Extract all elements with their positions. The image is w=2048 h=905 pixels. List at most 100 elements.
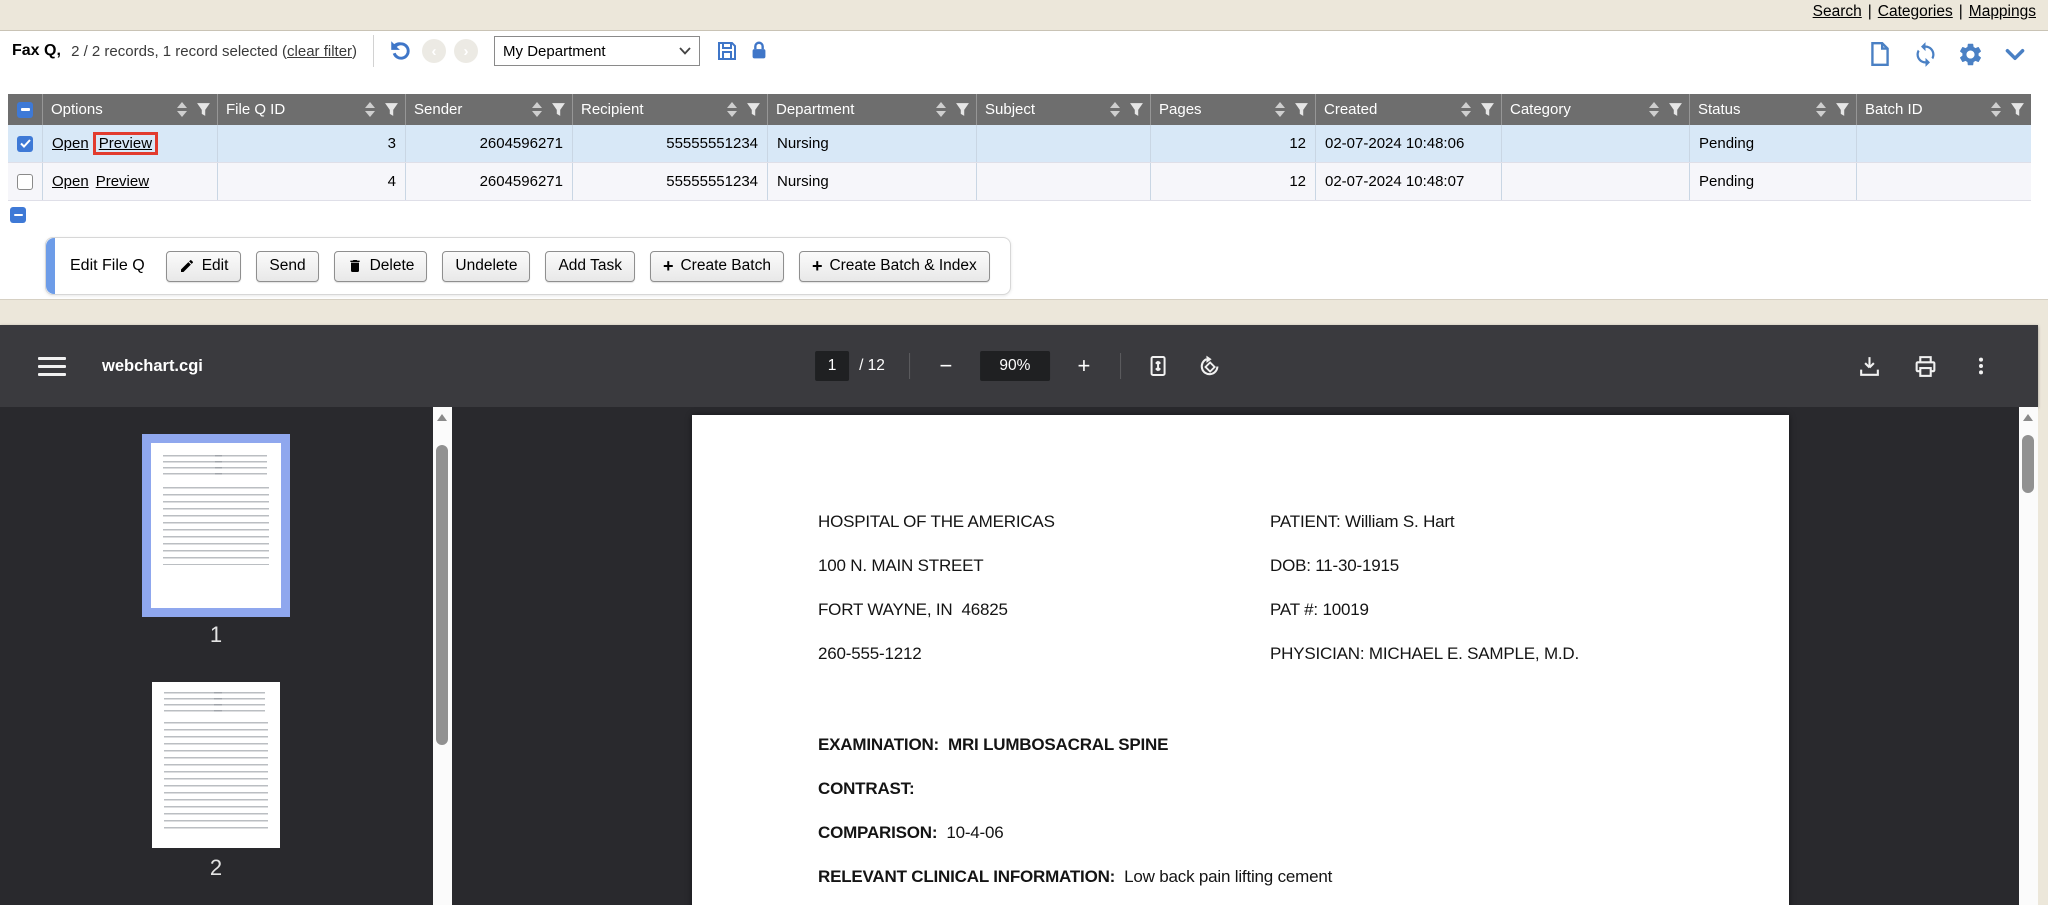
filter-icon[interactable]	[955, 102, 970, 117]
pdf-page-controls: 1 / 12 − 90% +	[815, 351, 1223, 381]
column-header-batch-id[interactable]: Batch ID	[1857, 94, 2031, 125]
nav-link-mappings[interactable]: Mappings	[1969, 3, 2036, 20]
scrollbar-up-arrow[interactable]	[437, 414, 447, 421]
status-value: Pending	[1699, 173, 1754, 190]
filter-icon[interactable]	[1668, 102, 1683, 117]
gear-icon[interactable]	[1955, 39, 1985, 69]
column-header-department[interactable]: Department	[768, 94, 977, 125]
open-link[interactable]: Open	[52, 173, 89, 190]
column-header-category[interactable]: Category	[1502, 94, 1690, 125]
doc-clinical-info-line: RELEVANT CLINICAL INFORMATION:Low back p…	[818, 867, 1332, 887]
clear-filter-link[interactable]: clear filter	[287, 43, 352, 60]
plus-icon: +	[812, 257, 823, 275]
filter-icon[interactable]	[196, 102, 211, 117]
edit-file-q-action-bar: Edit File Q Edit Send Delete Undelete Ad…	[45, 237, 1011, 295]
page-count-label: / 12	[859, 357, 885, 375]
filter-icon[interactable]	[2010, 102, 2025, 117]
delete-button[interactable]: Delete	[334, 251, 428, 282]
column-header-options[interactable]: Options	[43, 94, 218, 125]
refresh-icon[interactable]	[1910, 39, 1940, 69]
column-header-file-q-id[interactable]: File Q ID	[218, 94, 406, 125]
sort-icon[interactable]	[1816, 102, 1826, 117]
column-header-recipient[interactable]: Recipient	[573, 94, 768, 125]
column-header-created[interactable]: Created	[1316, 94, 1502, 125]
sort-icon[interactable]	[365, 102, 375, 117]
page-thumbnail-1[interactable]	[142, 434, 290, 617]
sort-icon[interactable]	[1991, 102, 2001, 117]
thumbnail-page-preview	[152, 682, 280, 848]
sort-icon[interactable]	[936, 102, 946, 117]
doc-section-label: CONTRAST:	[818, 779, 914, 798]
add-task-button-label: Add Task	[558, 257, 621, 275]
scrollbar-up-arrow[interactable]	[2023, 414, 2033, 421]
column-header-status[interactable]: Status	[1690, 94, 1857, 125]
page-number-input[interactable]: 1	[815, 351, 849, 381]
row-checkbox-checked[interactable]	[17, 136, 33, 152]
sort-icon[interactable]	[1275, 102, 1285, 117]
next-record-icon[interactable]: ›	[454, 39, 478, 63]
filter-icon[interactable]	[1480, 102, 1495, 117]
department-cell: Nursing	[768, 163, 977, 200]
deselect-all-checkbox[interactable]	[10, 207, 26, 223]
create-batch-index-button[interactable]: + Create Batch & Index	[799, 251, 990, 282]
edit-button[interactable]: Edit	[166, 251, 242, 282]
doc-comparison-line: COMPARISON:10-4-06	[818, 823, 1004, 843]
filter-icon[interactable]	[1294, 102, 1309, 117]
pages-cell: 12	[1151, 125, 1316, 162]
scrollbar-thumb[interactable]	[2022, 435, 2034, 493]
preview-link[interactable]: Preview	[96, 173, 149, 190]
sort-icon[interactable]	[1649, 102, 1659, 117]
sort-icon[interactable]	[177, 102, 187, 117]
column-header-sender[interactable]: Sender	[406, 94, 573, 125]
sort-icon[interactable]	[532, 102, 542, 117]
options-cell: Open Preview	[43, 125, 218, 162]
save-icon[interactable]	[714, 38, 740, 64]
column-header-subject[interactable]: Subject	[977, 94, 1151, 125]
sort-icon[interactable]	[727, 102, 737, 117]
created-value: 02-07-2024 10:48:07	[1325, 173, 1464, 190]
send-button[interactable]: Send	[256, 251, 318, 282]
lock-icon[interactable]	[746, 38, 772, 64]
print-icon[interactable]	[1912, 353, 1938, 379]
menu-icon[interactable]	[38, 352, 66, 381]
previous-record-icon[interactable]: ‹	[422, 39, 446, 63]
nav-link-categories[interactable]: Categories	[1878, 3, 1953, 20]
scrollbar-thumb[interactable]	[436, 445, 448, 745]
add-task-button[interactable]: Add Task	[545, 251, 634, 282]
page-thumbnail-2[interactable]	[152, 682, 280, 848]
doc-phone: 260-555-1212	[818, 644, 921, 664]
pdf-right-controls	[1856, 353, 1994, 379]
fit-to-page-icon[interactable]	[1145, 353, 1171, 379]
preview-link[interactable]: Preview	[99, 135, 152, 152]
collapse-chevron-icon[interactable]	[2000, 39, 2030, 69]
download-icon[interactable]	[1856, 353, 1882, 379]
filter-icon[interactable]	[1835, 102, 1850, 117]
pdf-content-area: 1 2 HOSPITAL OF THE AMERICAS 100 N. MAIN…	[0, 407, 2038, 905]
filter-icon[interactable]	[746, 102, 761, 117]
nav-link-search[interactable]: Search	[1813, 3, 1862, 20]
undelete-button-label: Undelete	[455, 257, 517, 275]
rotate-icon[interactable]	[1197, 353, 1223, 379]
more-options-kebab-icon[interactable]	[1968, 353, 1994, 379]
undo-icon[interactable]	[388, 38, 414, 64]
row-checkbox-unchecked[interactable]	[17, 174, 33, 190]
filter-icon[interactable]	[384, 102, 399, 117]
thumbnail-scrollbar[interactable]	[433, 407, 452, 905]
document-scrollbar[interactable]	[2019, 407, 2038, 905]
new-document-icon[interactable]	[1865, 39, 1895, 69]
zoom-out-button[interactable]: −	[934, 353, 958, 379]
department-filter-select[interactable]: My Department	[494, 36, 700, 66]
filter-icon[interactable]	[551, 102, 566, 117]
sort-icon[interactable]	[1110, 102, 1120, 117]
filter-icon[interactable]	[1129, 102, 1144, 117]
zoom-in-button[interactable]: +	[1072, 353, 1096, 379]
create-batch-button[interactable]: + Create Batch	[650, 251, 784, 282]
column-header-pages[interactable]: Pages	[1151, 94, 1316, 125]
sort-icon[interactable]	[1461, 102, 1471, 117]
doc-contrast-line: CONTRAST:	[818, 779, 923, 799]
undelete-button[interactable]: Undelete	[442, 251, 530, 282]
zoom-level-value[interactable]: 90%	[980, 351, 1050, 381]
sender-cell: 2604596271	[406, 163, 573, 200]
open-link[interactable]: Open	[52, 135, 89, 152]
select-all-checkbox[interactable]	[17, 102, 33, 118]
